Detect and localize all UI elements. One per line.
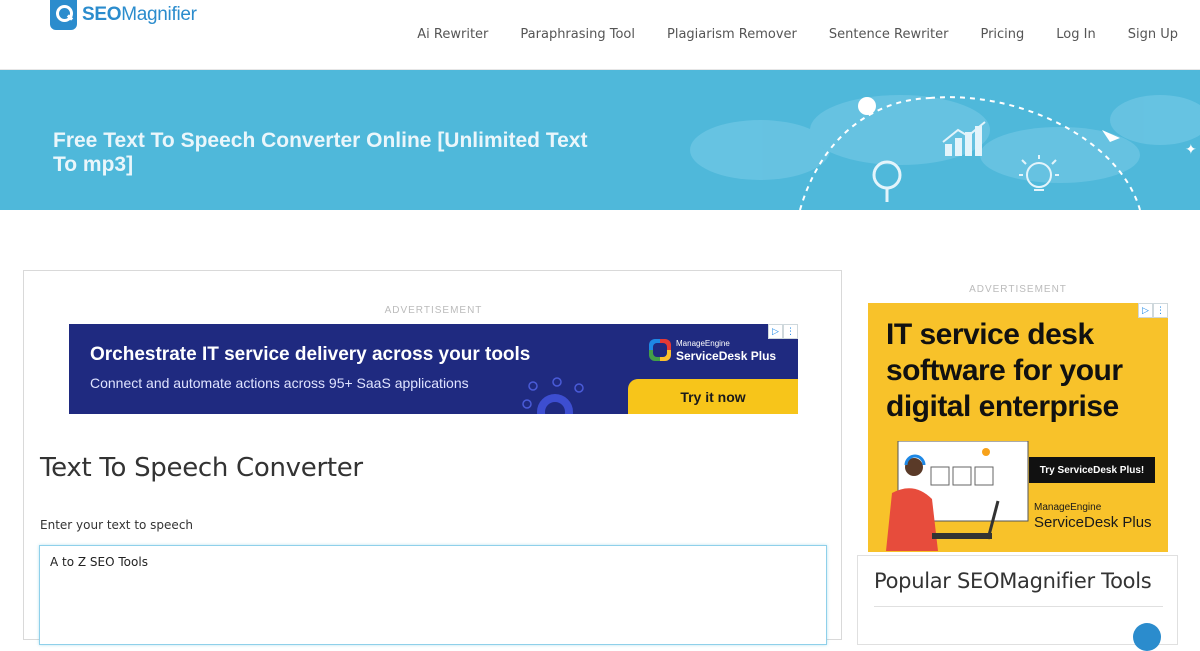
svg-text:✦: ✦	[1185, 142, 1197, 158]
ad-label: ADVERTISEMENT	[384, 305, 483, 316]
tool-card: ADVERTISEMENT Orchestrate IT service del…	[23, 270, 842, 645]
leaderboard-ad[interactable]: Orchestrate IT service delivery across y…	[69, 324, 798, 414]
person-at-laptop-illustration	[886, 441, 1029, 551]
divider	[874, 606, 1163, 607]
nav-ai-rewriter[interactable]: Ai Rewriter	[417, 27, 488, 42]
sidebar-ad-label: ADVERTISEMENT	[969, 284, 1067, 295]
sidebar-ad-headline: IT service desk software for your digita…	[886, 318, 1123, 423]
site-logo[interactable]: SEOMagnifier	[50, 0, 197, 30]
manageengine-logo-icon	[649, 339, 671, 361]
sidebar-ad[interactable]: IT service desk software for your digita…	[868, 303, 1168, 552]
ad-headline: Orchestrate IT service delivery across y…	[90, 344, 531, 365]
hero-banner: Free Text To Speech Converter Online [Un…	[0, 70, 1200, 210]
nav-paraphrasing-tool[interactable]: Paraphrasing Tool	[520, 27, 635, 42]
network-graphic-icon	[522, 377, 584, 414]
sidebar-adchoices[interactable]: ▷ ⋮	[1138, 303, 1168, 318]
nav-sentence-rewriter[interactable]: Sentence Rewriter	[829, 27, 949, 42]
nav-log-in[interactable]: Log In	[1056, 27, 1095, 42]
ad-brand: ManageEngine ServiceDesk Plus	[649, 338, 776, 362]
ad-subline: Connect and automate actions across 95+ …	[90, 375, 469, 391]
nav-pricing[interactable]: Pricing	[980, 27, 1024, 42]
sidebar-ad-brand: ManageEngine ServiceDesk Plus	[1034, 500, 1152, 530]
adchoices[interactable]: ▷ ⋮	[768, 324, 798, 339]
logo-text: SEOMagnifier	[82, 4, 197, 25]
tool-icon[interactable]	[1133, 623, 1161, 651]
sidebar-ad-brand-big: ServiceDesk Plus	[1034, 514, 1152, 531]
tool-title: Text To Speech Converter	[40, 453, 363, 483]
ad-brand-big: ServiceDesk Plus	[676, 349, 777, 363]
site-header: SEOMagnifier Ai Rewriter Paraphrasing To…	[0, 0, 1200, 70]
ad-cta-button[interactable]: Try it now	[628, 379, 798, 414]
magnifier-icon	[872, 160, 902, 202]
speech-text-input[interactable]	[39, 545, 827, 645]
nav-sign-up[interactable]: Sign Up	[1128, 27, 1178, 42]
popular-tools-title: Popular SEOMagnifier Tools	[874, 569, 1152, 593]
magnifier-icon	[50, 0, 77, 30]
nav-plagiarism-remover[interactable]: Plagiarism Remover	[667, 27, 797, 42]
ad-menu-icon[interactable]: ⋮	[1153, 303, 1168, 318]
hero-illustration: ✦	[690, 95, 1200, 210]
adchoices-icon[interactable]: ▷	[1138, 303, 1153, 318]
text-input-label: Enter your text to speech	[40, 518, 194, 532]
ad-menu-icon[interactable]: ⋮	[783, 324, 798, 339]
sidebar-ad-brand-small: ManageEngine	[1034, 502, 1102, 513]
sidebar-ad-cta-button[interactable]: Try ServiceDesk Plus!	[1029, 457, 1155, 483]
main-nav: Ai Rewriter Paraphrasing Tool Plagiarism…	[385, 27, 1178, 42]
adchoices-icon[interactable]: ▷	[768, 324, 783, 339]
popular-tools-panel: Popular SEOMagnifier Tools	[857, 555, 1178, 651]
page-title: Free Text To Speech Converter Online [Un…	[53, 129, 588, 176]
globe-map-icon	[690, 95, 1200, 183]
